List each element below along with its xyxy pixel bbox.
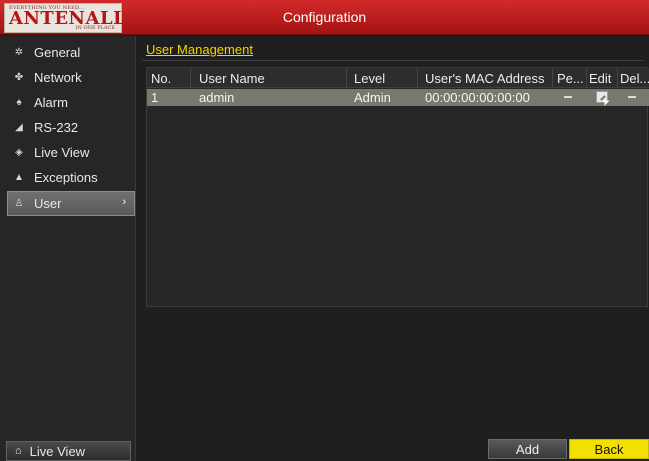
column-header-mac[interactable]: User's MAC Address [425, 71, 545, 86]
column-header-permission[interactable]: Pe... [557, 71, 584, 86]
window-title: Configuration [282, 9, 367, 25]
sidebar-item-network[interactable]: ✤ Network [0, 65, 136, 90]
cell-user-name: admin [199, 90, 235, 105]
column-header-delete[interactable]: Del... [620, 71, 649, 86]
sidebar-item-user[interactable]: ♙ User › [7, 191, 135, 216]
sidebar-item-general[interactable]: ✲ General [0, 40, 136, 65]
sidebar-item-label: Alarm [34, 95, 68, 110]
sidebar-item-label: Live View [34, 145, 90, 160]
chevron-right-icon: › [122, 196, 126, 208]
section-divider [142, 60, 644, 61]
logo-subtext: IN ONE PLACE [75, 25, 115, 31]
warning-icon: ▲ [14, 172, 24, 183]
serial-icon: ◢ [15, 122, 23, 133]
table-row[interactable]: 1 admin Admin 00:00:00:00:00:00 ➤ [147, 89, 649, 110]
cell-mac: 00:00:00:00:00:00 [425, 90, 530, 105]
column-divider [190, 68, 191, 88]
gear-icon: ✲ [14, 47, 24, 58]
sidebar-item-label: Network [34, 70, 82, 85]
title-bar: EVERYTHING YOU NEED... ANTENALL IN ONE P… [0, 0, 649, 35]
alarm-icon: ♠ [16, 97, 22, 108]
column-divider [586, 68, 587, 88]
live-view-button[interactable]: ⌂ Live View [6, 441, 131, 461]
sidebar-item-alarm[interactable]: ♠ Alarm [0, 90, 136, 115]
column-divider [552, 68, 553, 88]
sidebar-item-label: User [34, 196, 62, 211]
tab-user-management[interactable]: User Management [146, 42, 253, 57]
column-header-no[interactable]: No. [151, 71, 171, 86]
sidebar-item-label: RS-232 [34, 120, 79, 135]
sidebar: ✲ General ✤ Network ♠ Alarm ◢ RS-232 ◈ L… [0, 36, 136, 461]
sidebar-item-exceptions[interactable]: ▲ Exceptions [0, 165, 136, 190]
network-icon: ✤ [14, 72, 24, 83]
back-button[interactable]: Back [569, 439, 649, 459]
column-divider [617, 68, 618, 88]
column-divider [417, 68, 418, 88]
sidebar-item-rs232[interactable]: ◢ RS-232 [0, 115, 136, 140]
column-header-user-name[interactable]: User Name [199, 71, 265, 86]
home-icon: ⌂ [15, 445, 22, 457]
user-table: No. User Name Level User's MAC Address P… [146, 67, 649, 307]
permission-disabled-icon [564, 96, 572, 98]
table-header: No. User Name Level User's MAC Address P… [147, 68, 649, 88]
mouse-cursor-icon: ➤ [600, 95, 613, 110]
cell-level: Admin [354, 90, 391, 105]
sidebar-item-live-view[interactable]: ◈ Live View [0, 140, 136, 165]
column-divider [346, 68, 347, 88]
live-view-button-label: Live View [29, 443, 86, 459]
delete-disabled-icon [628, 96, 636, 98]
cell-no: 1 [151, 90, 159, 105]
add-button[interactable]: Add [488, 439, 567, 459]
column-header-level[interactable]: Level [354, 71, 385, 86]
sidebar-item-label: General [34, 45, 81, 60]
eye-icon: ◈ [15, 147, 23, 158]
sidebar-item-label: Exceptions [34, 170, 98, 185]
main-panel: User Management No. User Name Level User… [137, 36, 649, 461]
user-icon: ♙ [14, 198, 24, 209]
column-header-edit[interactable]: Edit [589, 71, 611, 86]
